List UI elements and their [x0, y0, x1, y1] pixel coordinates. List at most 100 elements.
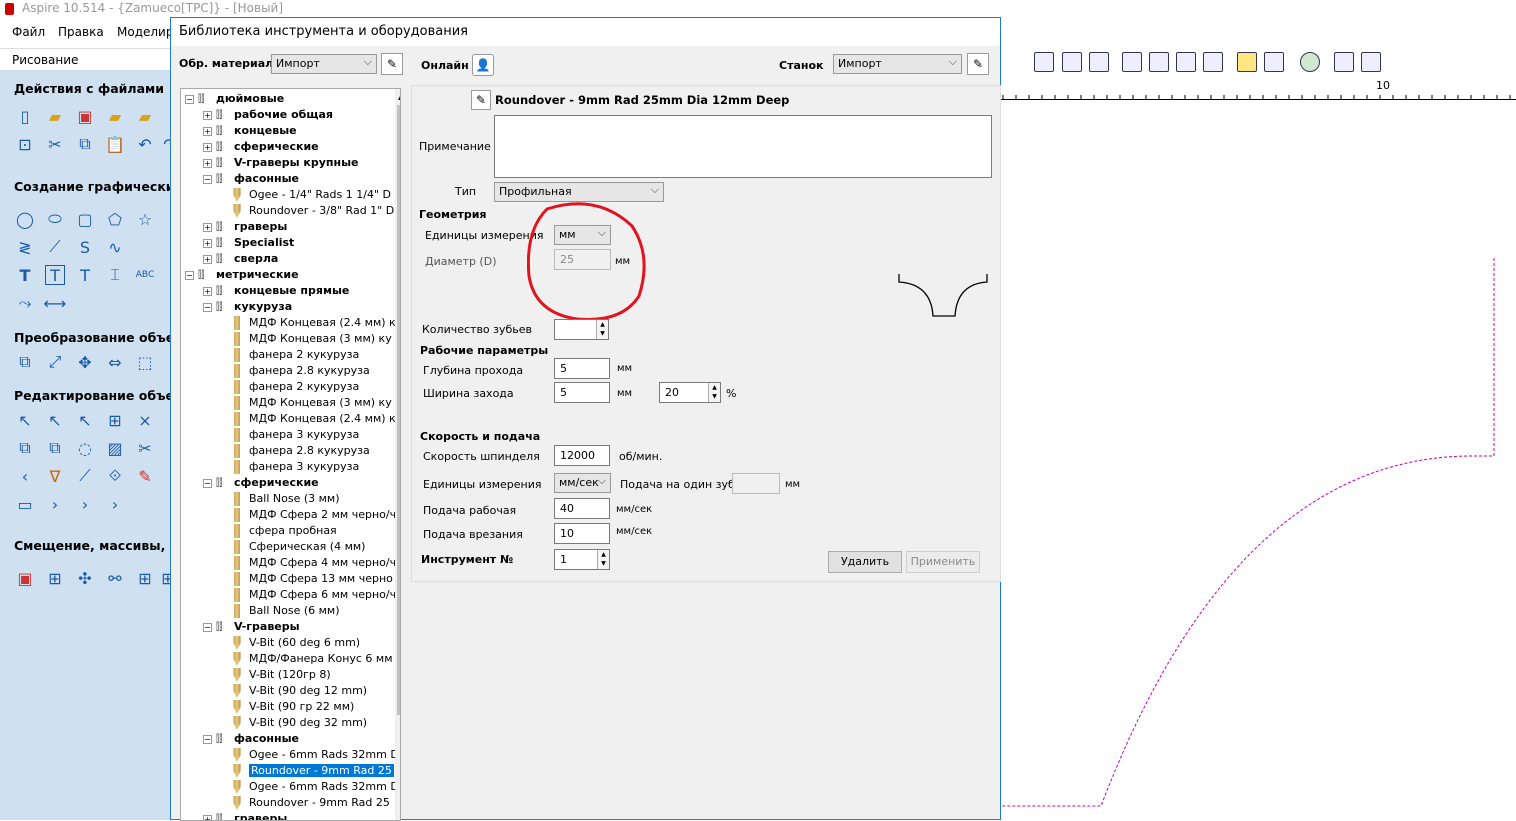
drawing-canvas[interactable]	[1001, 100, 1516, 820]
transform-mode-icon[interactable]: ↖	[75, 410, 95, 430]
tree-tool-item[interactable]: МДФ Сфера 13 мм черно	[231, 571, 393, 587]
expand-icon[interactable]: +	[203, 815, 212, 821]
expand-icon[interactable]: +	[203, 223, 212, 232]
tree-group[interactable]: −⫿⫿фасонные	[203, 171, 299, 187]
move-icon[interactable]: ⧉	[15, 352, 35, 372]
spindle-input[interactable]: 12000	[554, 445, 610, 466]
polygon-icon[interactable]: ⬠	[105, 209, 125, 229]
collapse-icon[interactable]: −	[203, 623, 212, 632]
material-edit-button[interactable]: ✎	[381, 53, 403, 75]
toggle-vectors-icon[interactable]	[1237, 52, 1257, 72]
text-icon[interactable]: T	[15, 265, 35, 285]
stepover-percent-input[interactable]: 20▲▼	[659, 382, 721, 403]
circle-icon[interactable]: ◯	[15, 209, 35, 229]
toggle-toolpaths-icon[interactable]	[1264, 52, 1284, 72]
new-file-icon[interactable]: ▯	[15, 106, 35, 126]
expand-icon[interactable]: +	[203, 159, 212, 168]
zoom-selection-icon[interactable]	[1203, 52, 1223, 72]
tree-tool-item[interactable]: МДФ Концевая (2.4 мм) к	[231, 411, 396, 427]
expand-icon[interactable]: +	[203, 143, 212, 152]
extend-icon[interactable]: ›	[45, 494, 65, 514]
material-select[interactable]: Импорт	[271, 54, 377, 74]
tree-tool-item[interactable]: МДФ Концевая (2.4 мм) к	[231, 315, 396, 331]
import-icon[interactable]: ▰	[135, 106, 155, 126]
expand-icon[interactable]: +	[203, 239, 212, 248]
tool-tree[interactable]: −⫿⫿дюймовые+⫿⫿рабочие общая+⫿⫿концевые+⫿…	[180, 88, 401, 821]
extend-to-icon[interactable]: ›	[105, 494, 125, 514]
node-edit-icon[interactable]: ↖	[45, 410, 65, 430]
text-frame-icon[interactable]: ⌶	[105, 265, 125, 285]
tree-tool-item[interactable]: фанера 2 кукуруза	[231, 379, 359, 395]
tree-tool-item[interactable]: V-Bit (90 deg 12 mm)	[231, 683, 367, 699]
tree-scrollbar[interactable]: ▲	[395, 89, 401, 820]
expand-icon[interactable]: +	[203, 111, 212, 120]
expand-icon[interactable]: +	[203, 127, 212, 136]
tree-tool-item[interactable]: МДФ Сфера 6 мм черно/ч	[231, 587, 396, 603]
snap-icon[interactable]	[1062, 52, 1082, 72]
machine-select[interactable]: Импорт	[833, 54, 962, 74]
circular-array-icon[interactable]: ✣	[75, 568, 95, 588]
merge-icon[interactable]: ⧉	[45, 438, 65, 458]
tree-group[interactable]: −⫿⫿V-граверы	[203, 619, 300, 635]
grid-icon[interactable]	[1089, 52, 1109, 72]
tool-number-input[interactable]: 1▲▼	[554, 549, 610, 570]
fillet-icon[interactable]: ‹	[15, 466, 35, 486]
nesting-icon[interactable]: ⊞	[45, 568, 65, 588]
tree-tool-item[interactable]: V-Bit (90 deg 32 mm)	[231, 715, 367, 731]
measure-icon[interactable]: ⟷	[45, 293, 65, 313]
undo-icon[interactable]: ↶	[135, 134, 155, 154]
curve-icon[interactable]: S	[75, 237, 95, 257]
tree-tool-item[interactable]: Ogee - 6mm Rads 32mm D	[231, 747, 399, 763]
tree-tool-item[interactable]: Ball Nose (3 мм)	[231, 491, 340, 507]
tree-tool-item[interactable]: МДФ Концевая (3 мм) ку	[231, 395, 392, 411]
tree-group[interactable]: −⫿⫿фасонные	[203, 731, 299, 747]
stepover-input[interactable]: 5	[554, 382, 610, 403]
menu-file[interactable]: Файл	[12, 25, 45, 39]
tree-tool-item[interactable]: МДФ Сфера 4 мм черно/ч	[231, 555, 396, 571]
tool-number-spinner[interactable]: ▲▼	[597, 550, 609, 569]
expand-icon[interactable]: +	[203, 287, 212, 296]
paste-icon[interactable]: 📋	[105, 134, 125, 154]
tree-group[interactable]: +⫿⫿рабочие общая	[203, 107, 333, 123]
tree-tool-item[interactable]: Roundover - 9mm Rad 25	[231, 763, 394, 779]
apply-button[interactable]: Применить	[906, 551, 980, 573]
feed-rate-input[interactable]: 40	[554, 498, 610, 519]
trim-icon[interactable]: ›	[75, 494, 95, 514]
zoom-extents-icon[interactable]	[1176, 52, 1196, 72]
tree-group[interactable]: −⫿⫿сферические	[203, 475, 319, 491]
tree-tool-item[interactable]: V-Bit (120гр 8)	[231, 667, 331, 683]
dimension-icon[interactable]: ⤳	[15, 293, 35, 313]
tree-tool-item[interactable]: МДФ Сфера 2 мм черно/ч	[231, 507, 396, 523]
subtract-icon[interactable]: ◌	[75, 438, 95, 458]
per-tooth-input[interactable]	[732, 473, 780, 494]
auto-layout-text-icon[interactable]: T	[75, 265, 95, 285]
select-icon[interactable]: ↖	[15, 410, 35, 430]
pan-icon[interactable]	[1122, 52, 1142, 72]
collapse-icon[interactable]: −	[185, 95, 194, 104]
tree-group[interactable]: +⫿⫿граверы	[203, 219, 287, 235]
ellipse-icon[interactable]: ⬭	[45, 209, 65, 229]
menu-model[interactable]: Моделир	[117, 25, 173, 39]
delete-button[interactable]: Удалить	[828, 551, 902, 573]
tree-group[interactable]: +⫿⫿сферические	[203, 139, 319, 155]
join-vectors-icon[interactable]: ⟐	[105, 466, 125, 486]
tree-tool-item[interactable]: V-Bit (60 deg 6 mm)	[231, 635, 360, 651]
feed-units-select[interactable]: мм/сек	[554, 473, 611, 493]
split-view-icon[interactable]	[1361, 52, 1381, 72]
text-on-curve-icon[interactable]: T	[45, 265, 65, 285]
v-bit-path-icon[interactable]: ∇	[45, 466, 65, 486]
tree-tool-item[interactable]: Roundover - 3/8" Rad 1" D	[231, 203, 394, 219]
tree-tool-item[interactable]: МДФ/Фанера Конус 6 мм	[231, 651, 393, 667]
menu-edit[interactable]: Правка	[58, 25, 104, 39]
scissors-icon[interactable]: ✂	[135, 438, 155, 458]
tree-group[interactable]: +⫿⫿концевые прямые	[203, 283, 349, 299]
collapse-icon[interactable]: −	[203, 303, 212, 312]
line-fit-icon[interactable]: ⟋	[75, 466, 95, 486]
tree-tool-item[interactable]: Ogee - 6mm Rads 32mm D	[231, 779, 399, 795]
plunge-input[interactable]: 10	[554, 523, 610, 544]
collapse-icon[interactable]: −	[203, 479, 212, 488]
weld-icon[interactable]: ⧉	[15, 438, 35, 458]
expand-icon[interactable]: +	[203, 255, 212, 264]
tree-tool-item[interactable]: фанера 3 кукуруза	[231, 427, 359, 443]
pass-depth-input[interactable]: 5	[554, 358, 610, 379]
